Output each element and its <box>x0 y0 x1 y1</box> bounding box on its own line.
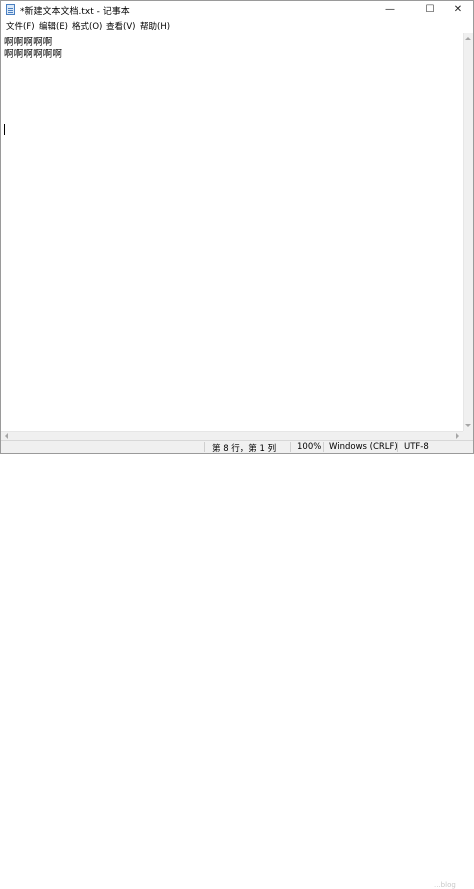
scroll-up-icon[interactable] <box>465 37 471 40</box>
notepad-icon <box>6 4 15 15</box>
scrollbar-corner <box>463 431 473 440</box>
scroll-right-icon[interactable] <box>456 433 459 439</box>
status-separator <box>397 442 398 452</box>
minimize-button[interactable]: — <box>377 1 403 19</box>
line-ending: Windows (CRLF) <box>329 442 398 452</box>
menu-file[interactable]: 文件(F) <box>6 20 35 32</box>
encoding: UTF-8 <box>404 442 429 452</box>
vertical-scrollbar[interactable] <box>463 33 473 431</box>
status-separator <box>290 442 291 452</box>
title-bar[interactable]: *新建文本文档.txt - 记事本 — ☐ ✕ <box>1 1 473 19</box>
scroll-down-icon[interactable] <box>465 424 471 427</box>
menu-edit[interactable]: 编辑(E) <box>39 20 68 32</box>
status-separator <box>323 442 324 452</box>
notepad-window: *新建文本文档.txt - 记事本 — ☐ ✕ 文件(F) 编辑(E) 格式(O… <box>0 0 474 889</box>
text-line: 啊啊啊啊啊啊 <box>4 49 63 60</box>
menu-help[interactable]: 帮助(H) <box>140 20 170 32</box>
watermark: ...blog <box>434 881 456 889</box>
menu-format[interactable]: 格式(O) <box>72 20 102 32</box>
cursor-position: 第 8 行，第 1 列 <box>212 444 277 454</box>
zoom-level: 100% <box>297 442 322 452</box>
window-title: *新建文本文档.txt - 记事本 <box>20 7 130 17</box>
scroll-left-icon[interactable] <box>5 433 8 439</box>
menu-view[interactable]: 查看(V) <box>106 20 135 32</box>
text-editor[interactable]: 啊啊啊啊啊 啊啊啊啊啊啊 <box>1 33 463 431</box>
text-caret <box>4 124 5 135</box>
status-separator <box>204 442 205 452</box>
close-button[interactable]: ✕ <box>445 1 471 19</box>
horizontal-scrollbar[interactable] <box>1 431 463 440</box>
maximize-button[interactable]: ☐ <box>417 1 443 19</box>
status-bar: 第 8 行，第 1 列 100% Windows (CRLF) UTF-8 ..… <box>1 440 473 889</box>
menu-bar: 文件(F) 编辑(E) 格式(O) 查看(V) 帮助(H) <box>1 19 473 33</box>
